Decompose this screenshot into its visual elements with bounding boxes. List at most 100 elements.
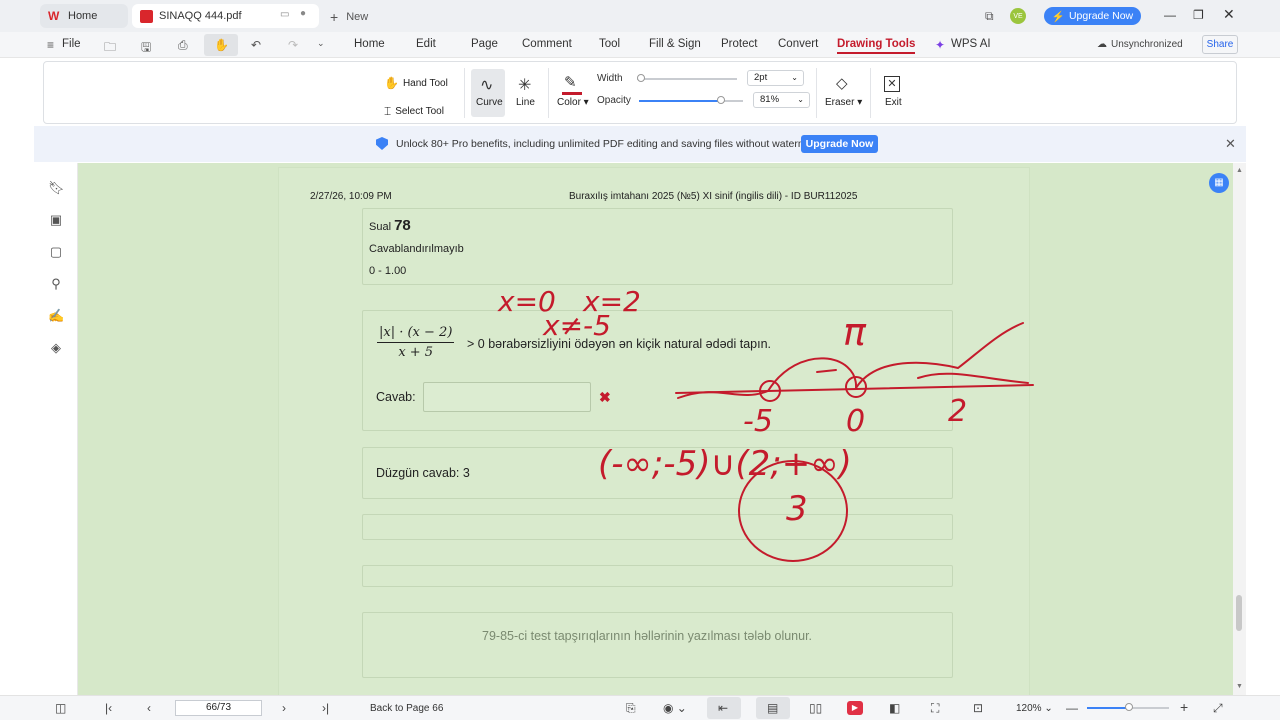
ink-text-pi: π xyxy=(843,310,867,354)
banner-text: Unlock 80+ Pro benefits, including unlim… xyxy=(396,138,825,150)
bookmark-icon[interactable]: 🔖︎ xyxy=(48,180,65,196)
zoom-level[interactable]: 120% ⌄ xyxy=(1016,703,1053,714)
scroll-down-icon[interactable]: ▼ xyxy=(1236,683,1243,690)
pen-color-swatch xyxy=(562,92,582,95)
ink-text-zero: 0 xyxy=(846,404,865,439)
curve-button[interactable]: ∿ Curve xyxy=(471,69,505,117)
menu-drawing-tools[interactable]: Drawing Tools xyxy=(837,38,916,54)
opacity-value: 81% xyxy=(760,94,780,105)
open-folder-icon[interactable]: 🗀 xyxy=(104,38,116,59)
redo-icon[interactable]: ↷ xyxy=(288,38,298,52)
zoom-slider-knob[interactable] xyxy=(1125,703,1133,711)
width-slider-knob[interactable] xyxy=(637,74,645,82)
menu-protect[interactable]: Protect xyxy=(721,38,757,50)
menu-comment[interactable]: Comment xyxy=(522,38,572,50)
zoom-out-icon[interactable]: — xyxy=(1066,701,1078,715)
curve-icon: ∿ xyxy=(480,77,494,94)
select-tool-label: Select Tool xyxy=(395,106,444,117)
new-tab-button[interactable]: + New xyxy=(330,9,368,25)
page-number-input[interactable]: 66/73 xyxy=(175,700,262,716)
minimize-icon[interactable]: — xyxy=(1164,8,1176,22)
sync-status[interactable]: ☁ Unsynchronized xyxy=(1097,39,1183,50)
hamburger-menu-icon[interactable]: ≡ xyxy=(47,38,54,52)
comment-icon[interactable]: ▢ xyxy=(48,244,64,260)
attachment-icon[interactable]: ⚲ xyxy=(48,276,64,292)
eye-icon[interactable]: ◉ ⌄ xyxy=(663,701,687,715)
ink-hatch-right xyxy=(917,372,1029,384)
undo-icon[interactable]: ↶ xyxy=(251,38,261,52)
maximize-icon[interactable]: ❐ xyxy=(1193,8,1204,22)
menu-home[interactable]: Home xyxy=(354,38,385,50)
chevron-down-icon[interactable]: ⌄ xyxy=(317,38,325,49)
color-button[interactable]: ✎ Color ▾ xyxy=(555,69,589,117)
ink-text-x-ne-neg5: x≠-5 xyxy=(542,309,611,342)
read-mode-icon[interactable]: ◧ xyxy=(889,701,900,715)
menu-bar: ≡ File 🗀 🖫 ⎙ ✋ ↶ ↷ ⌄ Home Edit Page Comm… xyxy=(0,32,1280,58)
vertical-scrollbar[interactable]: ▲ ▼ xyxy=(1233,163,1246,695)
select-tool-button[interactable]: ⌶ Select Tool xyxy=(384,104,444,119)
ribbon-divider xyxy=(816,68,817,118)
close-box-icon: ✕ xyxy=(884,76,900,92)
bookmark-page-icon[interactable]: ⊡ xyxy=(973,701,983,715)
save-icon[interactable]: 🖫 xyxy=(141,38,151,59)
close-window-icon[interactable]: ✕ xyxy=(1223,6,1235,23)
menu-tool[interactable]: Tool xyxy=(599,38,620,50)
document-viewport[interactable]: 2/27/26, 10:09 PM Buraxılış imtahanı 202… xyxy=(78,163,1240,695)
menu-edit[interactable]: Edit xyxy=(416,38,436,50)
thumbnails-icon[interactable]: ▣ xyxy=(48,212,64,228)
two-page-icon[interactable]: ▯▯ xyxy=(809,701,822,715)
tab-home[interactable]: W Home xyxy=(40,4,128,28)
opacity-select[interactable]: 81% ⌄ xyxy=(753,92,810,108)
share-button[interactable]: Share xyxy=(1202,35,1238,54)
signature-icon[interactable]: ✍ xyxy=(48,308,64,324)
banner-upgrade-button[interactable]: Upgrade Now xyxy=(801,135,878,153)
close-banner-icon[interactable]: ✕ xyxy=(1225,136,1236,152)
window-restore-icon[interactable]: ⧉ xyxy=(985,9,994,24)
back-to-page-link[interactable]: Back to Page 66 xyxy=(370,703,443,714)
menu-wps-ai[interactable]: WPS AI xyxy=(951,38,991,50)
scroll-up-icon[interactable]: ▲ xyxy=(1236,167,1243,174)
eraser-button[interactable]: ◇ Eraser ▾ xyxy=(823,69,863,117)
opacity-slider[interactable] xyxy=(639,96,743,104)
rotate-page-icon[interactable]: ⎘ xyxy=(626,701,636,716)
play-icon[interactable]: ▶ xyxy=(847,701,863,715)
ink-scribble xyxy=(816,369,837,373)
hand-icon: ✋ xyxy=(384,76,399,90)
opacity-slider-fill xyxy=(639,100,721,102)
monitor-icon[interactable]: ▭ xyxy=(280,9,289,20)
layers-icon[interactable]: ◈ xyxy=(48,340,64,356)
tab-document[interactable]: SINAQQ 444.pdf ▭ ● xyxy=(132,4,319,28)
opacity-slider-knob[interactable] xyxy=(716,96,725,104)
zoom-slider-fill xyxy=(1087,707,1127,709)
fullscreen-icon[interactable]: ⤢ xyxy=(1213,701,1223,716)
exit-button[interactable]: ✕ Exit xyxy=(878,69,908,117)
plus-icon: + xyxy=(330,9,339,25)
zoom-slider[interactable] xyxy=(1087,703,1169,711)
print-icon[interactable]: ⎙ xyxy=(178,38,188,53)
scrollbar-thumb[interactable] xyxy=(1236,595,1242,631)
upgrade-now-button[interactable]: ⚡ Upgrade Now xyxy=(1044,7,1141,25)
hand-tool-button[interactable]: ✋ Hand Tool xyxy=(384,76,448,90)
chevron-down-icon: ⌄ xyxy=(791,73,798,82)
ribbon-divider xyxy=(548,68,549,118)
menu-page[interactable]: Page xyxy=(471,38,498,50)
line-button[interactable]: ✳ Line xyxy=(510,69,540,117)
unsaved-dot-icon[interactable]: ● xyxy=(300,8,306,19)
menu-file[interactable]: File xyxy=(62,38,81,50)
width-value: 2pt xyxy=(754,72,768,83)
title-bar: W Home SINAQQ 444.pdf ▭ ● + New ⧉ VE ⚡ U… xyxy=(0,0,1280,32)
avatar[interactable]: VE xyxy=(1010,8,1026,24)
eraser-label: Eraser ▾ xyxy=(825,97,863,108)
first-page-icon[interactable]: |‹ xyxy=(105,701,112,715)
zoom-in-icon[interactable]: + xyxy=(1180,699,1188,715)
menu-convert[interactable]: Convert xyxy=(778,38,818,50)
crop-icon[interactable]: ⛶ xyxy=(931,701,939,716)
next-page-icon[interactable]: › xyxy=(282,701,286,715)
sidebar-toggle-icon[interactable]: ◫ xyxy=(55,701,66,715)
floating-tool-icon[interactable]: ▦ xyxy=(1209,173,1229,193)
width-select[interactable]: 2pt ⌄ xyxy=(747,70,804,86)
menu-fill-sign[interactable]: Fill & Sign xyxy=(649,38,701,50)
width-slider[interactable] xyxy=(637,74,737,82)
prev-page-icon[interactable]: ‹ xyxy=(147,701,151,715)
last-page-icon[interactable]: ›| xyxy=(322,701,329,715)
